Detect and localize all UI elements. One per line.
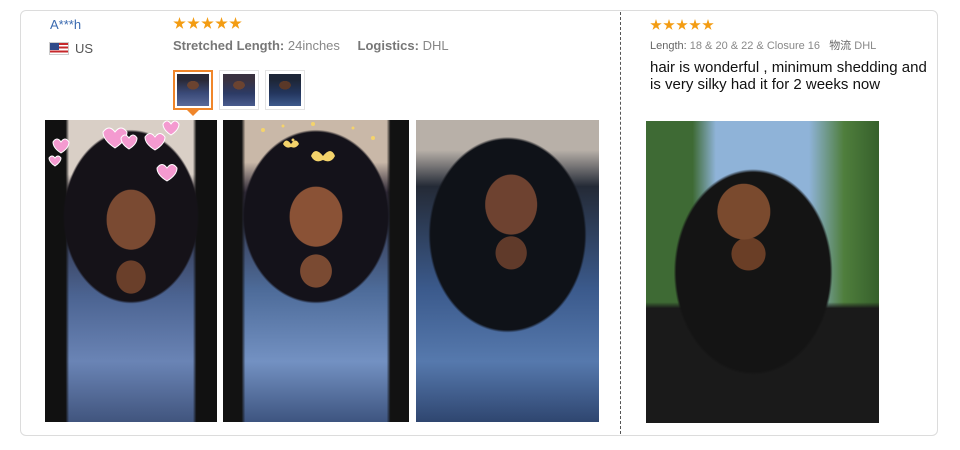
thumbnail-image: [223, 74, 255, 106]
length-label: Length:: [650, 40, 687, 52]
customer-photo: [646, 121, 879, 423]
customer-photo: [416, 120, 599, 422]
review-divider: [620, 12, 621, 434]
review-attributes: Length: 18 & 20 & 22 & Closure 16 物流 DHL: [650, 37, 876, 53]
country-label: US: [75, 41, 94, 56]
thumbnail-2[interactable]: [219, 70, 259, 110]
review-photo-4[interactable]: [646, 121, 879, 423]
photo-thumbnails: [173, 70, 305, 116]
review-photo-2[interactable]: [223, 120, 409, 422]
review-attributes: Stretched Length: 24inches Logistics: DH…: [173, 38, 449, 53]
thumbnail-3[interactable]: [265, 70, 305, 110]
rating-stars: [650, 19, 714, 31]
length-value: 18 & 20 & 22 & Closure 16: [689, 40, 821, 52]
thumbnail-image: [177, 74, 209, 106]
logistics-value: DHL: [854, 40, 877, 52]
logistics-value: DHL: [422, 38, 449, 53]
reviewer-name: A***h: [50, 17, 82, 32]
us-flag-icon: [49, 42, 69, 55]
star-icon: [676, 19, 688, 30]
customer-photo: [223, 120, 409, 422]
review-photo-3[interactable]: [416, 120, 599, 422]
logistics-label: Logistics:: [357, 38, 419, 53]
review-text: hair is wonderful , minimum shedding and…: [650, 59, 927, 93]
star-icon: [702, 19, 714, 30]
stretched-length-label: Stretched Length:: [173, 38, 285, 53]
stretched-length-value: 24inches: [287, 38, 340, 53]
star-icon: [173, 17, 186, 29]
logistics-label: 物流: [829, 40, 852, 52]
star-icon: [689, 19, 701, 30]
star-icon: [215, 17, 228, 29]
reviewer-country: US: [49, 41, 93, 56]
star-icon: [201, 17, 214, 29]
star-icon: [229, 17, 242, 29]
thumbnail-image: [269, 74, 301, 106]
star-icon: [650, 19, 662, 30]
star-icon: [663, 19, 675, 30]
thumbnail-1[interactable]: [173, 70, 213, 116]
review-photo-1[interactable]: [45, 120, 217, 422]
star-icon: [187, 17, 200, 29]
customer-photo: [45, 120, 217, 422]
rating-stars: [173, 17, 242, 30]
